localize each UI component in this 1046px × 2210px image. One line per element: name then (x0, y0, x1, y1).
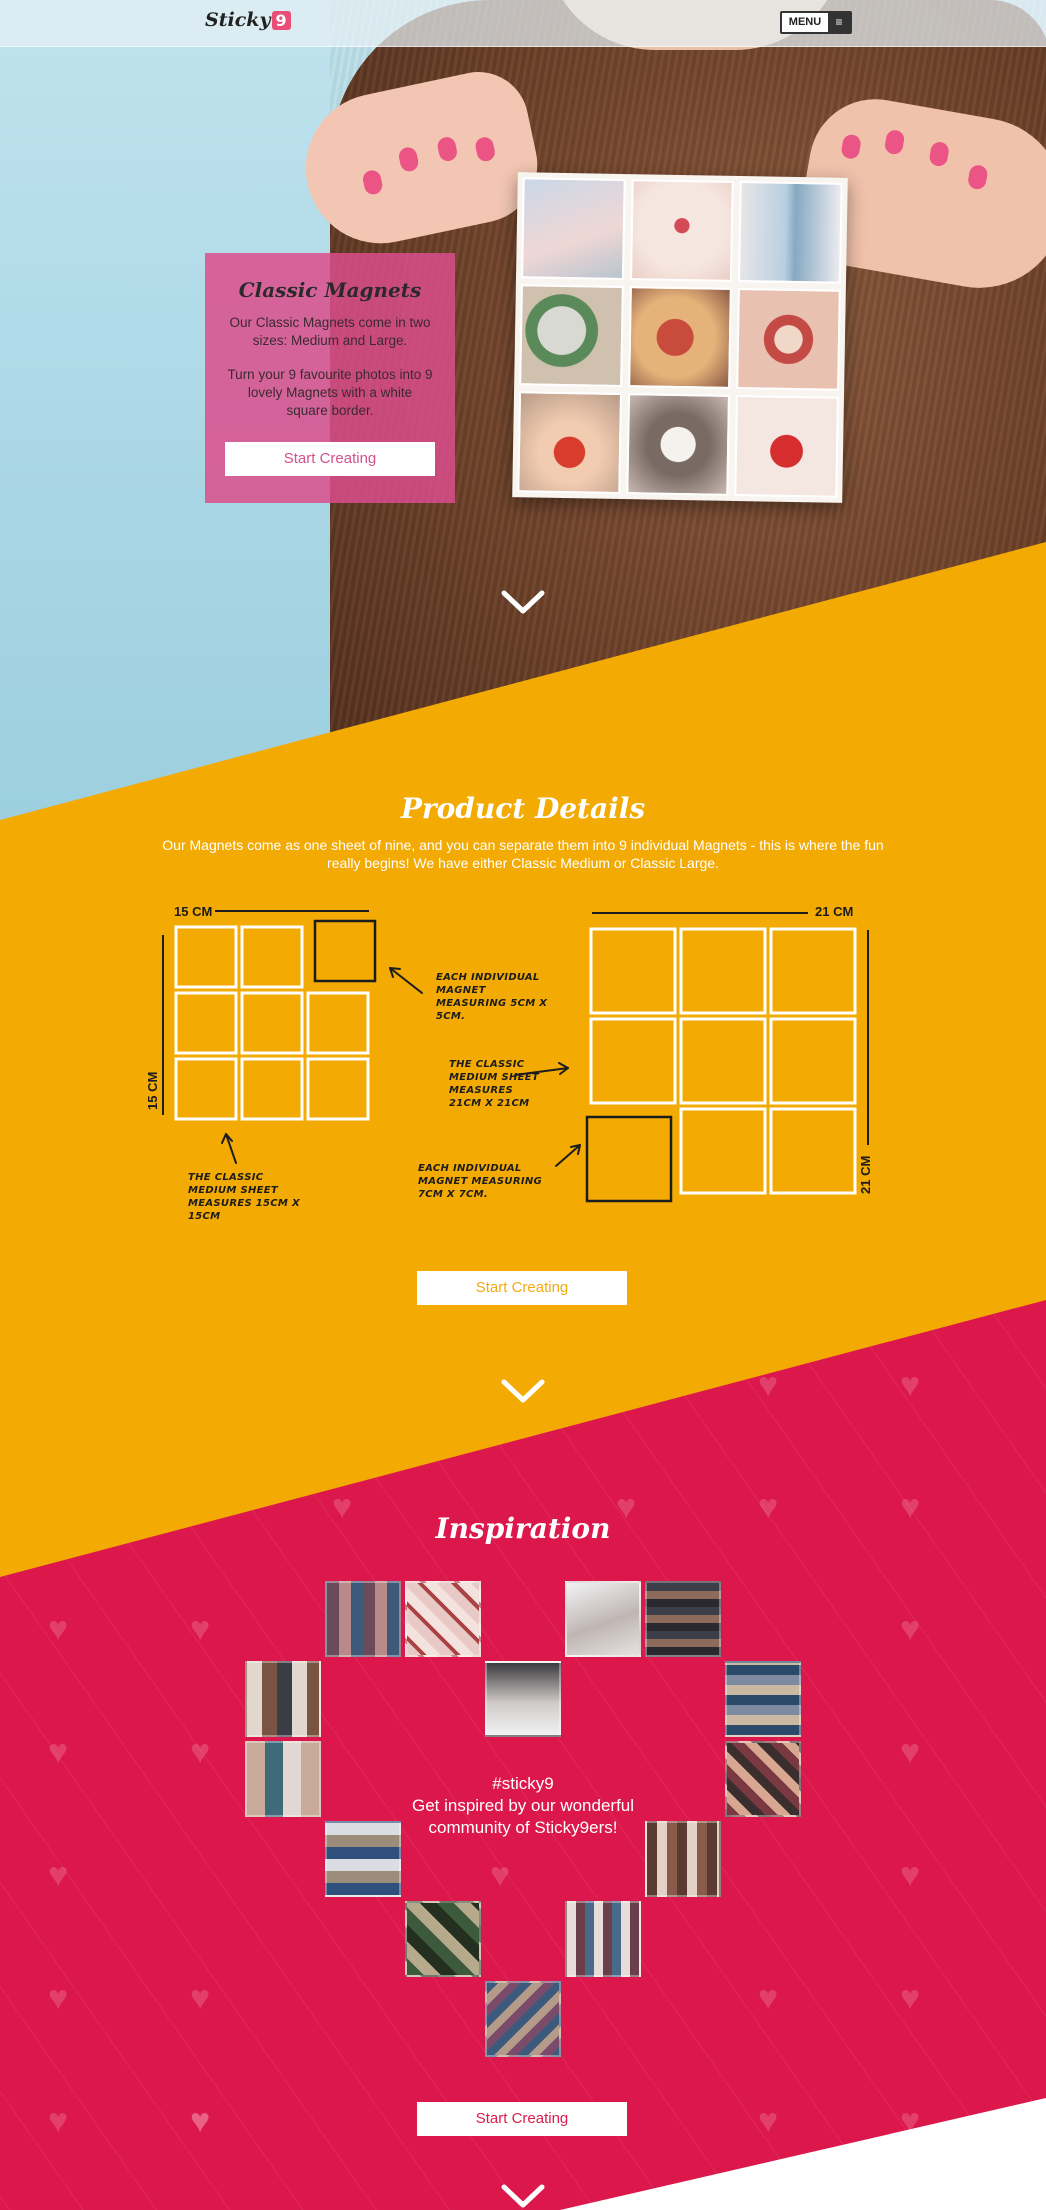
start-creating-button-details[interactable]: Start Creating (417, 1271, 627, 1305)
inspiration-line-1: Get inspired by our wonderful (411, 1796, 635, 1815)
note-large-sheet: The Classic Medium sheet measures 21cm x… (449, 1059, 540, 1109)
inspiration-photo[interactable] (565, 1901, 641, 1977)
inspiration-photo[interactable] (725, 1661, 801, 1737)
scroll-down-chevron-icon-2[interactable] (500, 1377, 546, 1405)
inspiration-photo[interactable] (485, 1981, 561, 2057)
inspiration-photo[interactable] (325, 1581, 401, 1657)
inspiration-title: Inspiration (435, 1512, 611, 1545)
note-medium-sheet: The Classic Medium sheet measures 15cm x… (188, 1172, 300, 1222)
inspiration-photo[interactable] (725, 1741, 801, 1817)
inspiration-photo[interactable] (645, 1581, 721, 1657)
inspiration-photo[interactable] (245, 1741, 321, 1817)
inspiration-photo[interactable] (565, 1581, 641, 1657)
inspiration-photo[interactable] (245, 1661, 321, 1737)
scroll-down-chevron-icon-3[interactable] (500, 2182, 546, 2210)
inspiration-photo[interactable] (405, 1581, 481, 1657)
inspiration-photo[interactable] (485, 1661, 561, 1737)
start-creating-button-inspiration[interactable]: Start Creating (417, 2102, 627, 2136)
note-medium-magnet: Each individual Magnet measuring 5cm x 5… (436, 972, 548, 1022)
inspiration-photo[interactable] (405, 1901, 481, 1977)
inspiration-line-2: community of Sticky9ers! (428, 1818, 618, 1837)
hashtag-sticky9[interactable]: #sticky9 (383, 1773, 663, 1795)
inspiration-caption: #sticky9 Get inspired by our wonderful c… (383, 1773, 663, 1839)
note-large-magnet: Each individual Magnet measuring 7cm x 7… (418, 1163, 543, 1200)
